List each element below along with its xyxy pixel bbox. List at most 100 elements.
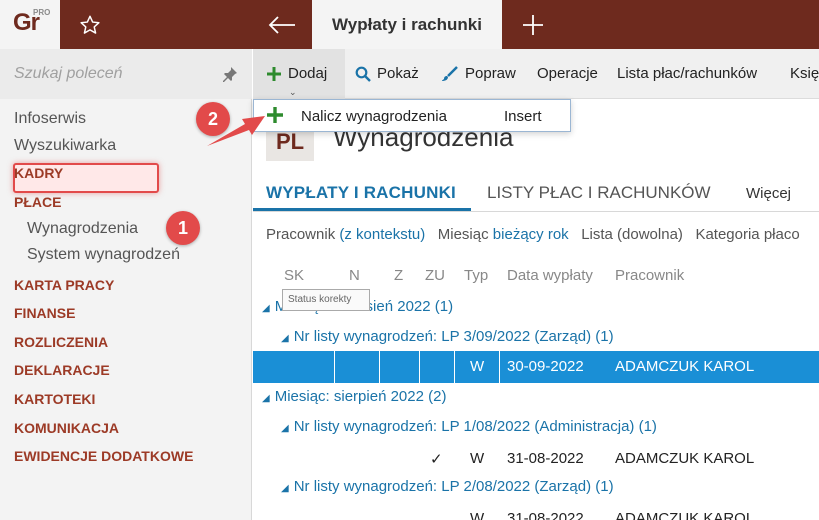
- favorites-button[interactable]: [60, 0, 120, 49]
- triangle-down-icon[interactable]: ◢: [281, 483, 289, 494]
- operacje-button[interactable]: Operacje: [537, 65, 598, 82]
- cell-data: 30-09-2022: [507, 358, 584, 375]
- group-count: (2): [428, 388, 447, 405]
- arrow-left-icon: [268, 15, 295, 34]
- filter-miesiac-value[interactable]: bieżący rok: [493, 226, 569, 243]
- menu-item-nalicz-wynagrodzenia[interactable]: Nalicz wynagrodzenia: [301, 108, 447, 125]
- sidebar-item-system-wynagrodzen[interactable]: System wynagrodzeń: [27, 246, 180, 264]
- cell-divider: [499, 351, 500, 383]
- sidebar-item-infoserwis[interactable]: Infoserwis: [14, 110, 86, 128]
- table-row[interactable]: ✓ W 31-08-2022 ADAMCZUK KAROL: [253, 443, 819, 475]
- col-sk[interactable]: SK: [284, 267, 304, 284]
- sidebar-section-place[interactable]: PŁACE: [14, 194, 61, 210]
- tab-listy-plac[interactable]: LISTY PŁAC I RACHUNKÓW: [487, 183, 711, 203]
- group-row-lp-1-08[interactable]: ◢ Nr listy wynagrodzeń: LP 1/08/2022 (Adm…: [281, 418, 657, 435]
- group-count: (1): [595, 328, 614, 345]
- filter-pracownik-label[interactable]: Pracownik: [266, 226, 335, 243]
- sidebar-item-wyszukiwarka[interactable]: Wyszukiwarka: [14, 137, 116, 155]
- plus-green-icon: [267, 107, 283, 123]
- sidebar-section-ewidencje[interactable]: EWIDENCJE DODATKOWE: [14, 448, 193, 464]
- search-icon: [355, 66, 371, 82]
- cell-data: 31-08-2022: [507, 510, 584, 520]
- cell-zu-check: ✓: [430, 451, 443, 468]
- group-row-lp-2-08[interactable]: ◢ Nr listy wynagrodzeń: LP 2/08/2022 (Zar…: [281, 478, 614, 495]
- tab-wyplaty-i-rachunki[interactable]: Wypłaty i rachunki: [312, 0, 502, 49]
- star-icon: [80, 15, 100, 34]
- sidebar-section-rozliczenia[interactable]: ROZLICZENIA: [14, 334, 108, 350]
- group-label: Miesiąc: sierpień 2022: [274, 388, 424, 405]
- brush-icon: [442, 65, 458, 81]
- triangle-down-icon[interactable]: ◢: [262, 303, 270, 314]
- menu-item-shortcut: Insert: [504, 108, 542, 125]
- sidebar-section-kartoteki[interactable]: KARTOTEKI: [14, 391, 95, 407]
- col-pracownik[interactable]: Pracownik: [615, 267, 684, 284]
- col-n[interactable]: N: [349, 267, 360, 284]
- ksiegowania-button[interactable]: Księg: [790, 65, 819, 82]
- cell-pracownik: ADAMCZUK KAROL: [615, 358, 755, 375]
- pokaz-label: Pokaż: [377, 65, 419, 82]
- plus-icon: [523, 14, 543, 35]
- table-row[interactable]: W 31-08-2022 ADAMCZUK KAROL: [253, 503, 819, 520]
- col-typ[interactable]: Typ: [464, 267, 488, 284]
- tab-wyplaty[interactable]: WYPŁATY I RACHUNKI: [266, 183, 456, 203]
- cell-data: 31-08-2022: [507, 450, 584, 467]
- group-count: (1): [434, 298, 454, 315]
- operacje-label: Operacje: [537, 65, 598, 82]
- search-input[interactable]: Szukaj poleceń: [14, 65, 123, 83]
- title-bar: Gr PRO Wypłaty i rachunki: [0, 0, 819, 49]
- popraw-label: Popraw: [465, 65, 516, 82]
- filter-lista-value[interactable]: (dowolna): [617, 226, 683, 243]
- filter-lista-label[interactable]: Lista: [581, 226, 613, 243]
- table-row[interactable]: W 30-09-2022 ADAMCZUK KAROL: [253, 351, 819, 383]
- filter-pracownik-value[interactable]: (z kontekstu): [339, 226, 425, 243]
- triangle-down-icon[interactable]: ◢: [262, 393, 270, 404]
- col-data-wyplaty[interactable]: Data wypłaty: [507, 267, 593, 284]
- group-label: Nr listy wynagrodzeń: LP 1/08/2022 (Admi…: [293, 418, 635, 435]
- sidebar-section-kadry[interactable]: KADRY: [14, 165, 63, 181]
- tab-wiecej[interactable]: Więcej: [746, 185, 791, 202]
- cell-typ: W: [470, 450, 485, 467]
- dodaj-button[interactable]: Dodaj: [266, 65, 327, 82]
- lista-label: Lista płac/rachunków: [617, 65, 758, 82]
- group-label: Nr listy wynagrodzeń: LP 3/09/2022 (Zarz…: [293, 328, 592, 345]
- filter-kategoria-label[interactable]: Kategoria płaco: [695, 226, 799, 243]
- active-tab-underline: [253, 208, 471, 211]
- app-logo[interactable]: Gr PRO: [0, 0, 60, 49]
- lista-plac-button[interactable]: Lista płac/rachunków: [617, 65, 757, 82]
- grid-header: SK N Z ZU Typ Data wypłaty Pracownik: [253, 259, 819, 293]
- col-zu[interactable]: ZU: [425, 267, 445, 284]
- sidebar-section-deklaracje[interactable]: DEKLARACJE: [14, 362, 110, 378]
- dodaj-dropdown-menu: Nalicz wynagrodzenia Insert: [253, 99, 571, 132]
- pokaz-button[interactable]: Pokaż: [355, 65, 419, 82]
- group-row-sierpien[interactable]: ◢ Miesiąc: sierpień 2022 (2): [262, 388, 446, 405]
- sidebar-item-wynagrodzenia[interactable]: Wynagrodzenia: [27, 220, 138, 238]
- tab-title: Wypłaty i rachunki: [332, 14, 482, 34]
- pin-icon[interactable]: [222, 66, 238, 82]
- content-tabs: WYPŁATY I RACHUNKI LISTY PŁAC I RACHUNKÓ…: [253, 174, 819, 212]
- group-count: (1): [595, 478, 614, 495]
- triangle-down-icon[interactable]: ◢: [281, 333, 289, 344]
- triangle-down-icon[interactable]: ◢: [281, 423, 289, 434]
- cell-pracownik: ADAMCZUK KAROL: [615, 450, 755, 467]
- ksieg-label: Księg: [790, 65, 819, 82]
- new-tab-button[interactable]: [503, 0, 563, 49]
- cell-typ: W: [470, 510, 485, 520]
- col-z[interactable]: Z: [394, 267, 403, 284]
- cell-divider: [379, 351, 380, 383]
- popraw-button[interactable]: Popraw: [441, 65, 516, 82]
- toolbar: Dodaj ⌄ Pokaż Popraw Operacje Lista płac…: [253, 49, 819, 99]
- filter-bar: Pracownik (z kontekstu) Miesiąc bieżący …: [266, 226, 800, 243]
- command-search[interactable]: Szukaj poleceń: [0, 49, 252, 99]
- sidebar-section-finanse[interactable]: FINANSE: [14, 305, 75, 321]
- logo-sup: PRO: [33, 8, 51, 17]
- group-count: (1): [638, 418, 657, 435]
- callout-badge-1: 1: [166, 211, 200, 245]
- callout-badge-2: 2: [196, 102, 230, 136]
- sidebar-section-komunikacja[interactable]: KOMUNIKACJA: [14, 420, 119, 436]
- filter-miesiac-label[interactable]: Miesiąc: [438, 226, 489, 243]
- sidebar-section-karta-pracy[interactable]: KARTA PRACY: [14, 277, 114, 293]
- chevron-down-icon[interactable]: ⌄: [289, 87, 297, 98]
- group-row-lp-3-09[interactable]: ◢ Nr listy wynagrodzeń: LP 3/09/2022 (Zar…: [281, 328, 614, 345]
- back-button[interactable]: [252, 0, 312, 49]
- dodaj-label: Dodaj: [288, 65, 328, 82]
